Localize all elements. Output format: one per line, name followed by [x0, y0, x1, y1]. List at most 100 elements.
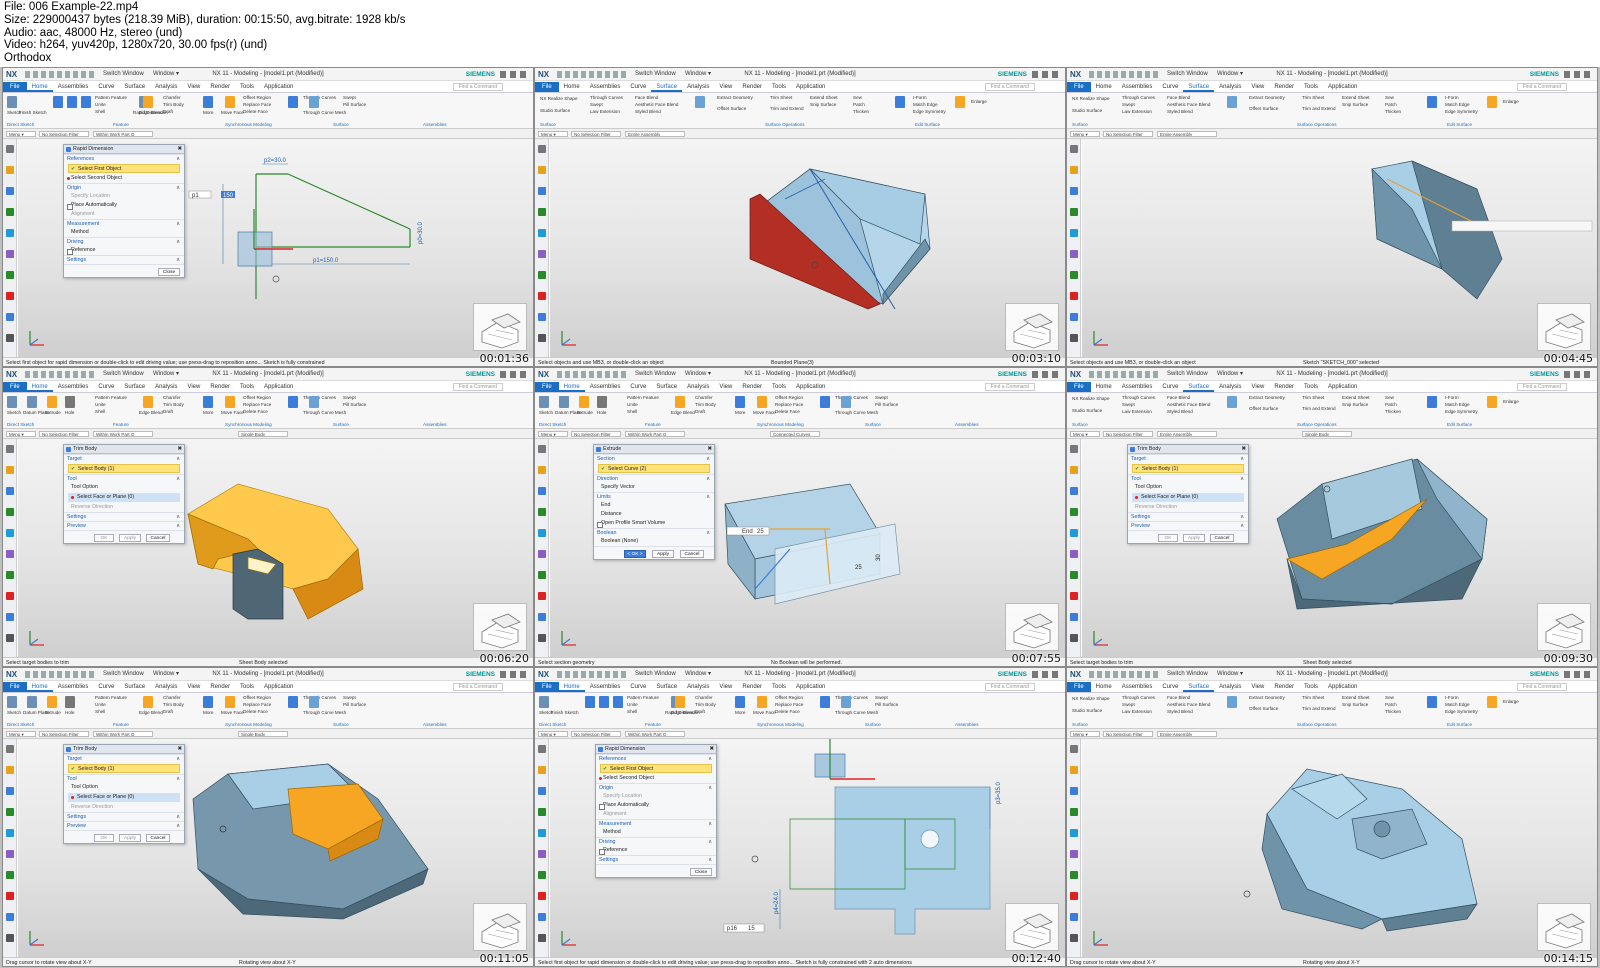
- chamfer-button[interactable]: Chamfer: [163, 695, 181, 700]
- find-command-input[interactable]: Find a Command: [1516, 383, 1567, 391]
- tab-assemblies[interactable]: Assemblies: [1117, 82, 1158, 92]
- through-curve-mesh-icon[interactable]: [309, 96, 319, 108]
- find-command-input[interactable]: Find a Command: [452, 83, 503, 91]
- extract-geometry-button[interactable]: Extract Geometry: [1249, 395, 1285, 400]
- settings-icon[interactable]: [1070, 745, 1078, 753]
- tab-surface[interactable]: Surface: [651, 382, 682, 392]
- pill-surface-button[interactable]: Pill Surface: [343, 102, 366, 107]
- roles-icon[interactable]: [538, 892, 546, 900]
- offset-surface-button[interactable]: Offset Surface: [1249, 106, 1278, 111]
- replace-face-button[interactable]: Replace Face: [243, 702, 271, 707]
- find-command-input[interactable]: Find a Command: [984, 383, 1035, 391]
- trim-dialog[interactable]: Trim Body ✖TargetSelect Body (1)ToolTool …: [63, 444, 185, 544]
- edge-symmetry-button[interactable]: Edge Symmetry: [1445, 109, 1478, 114]
- chamfer-button[interactable]: Chamfer: [163, 95, 181, 100]
- section-origin[interactable]: Origin: [64, 183, 184, 193]
- tab-file[interactable]: File: [535, 382, 559, 392]
- reuse-icon[interactable]: [538, 550, 546, 558]
- graphics-window[interactable]: [1082, 139, 1597, 357]
- dim-input-value[interactable]: 150: [223, 193, 234, 199]
- tab-tools[interactable]: Tools: [1299, 682, 1323, 692]
- open-profile-checkbox[interactable]: Open Profile Smart Volume: [594, 519, 714, 528]
- tab-analysis[interactable]: Analysis: [682, 682, 714, 692]
- end-popup-value[interactable]: 25: [757, 529, 764, 535]
- section-limits[interactable]: Limits: [594, 492, 714, 502]
- trim-body-button[interactable]: Trim Body: [163, 702, 184, 707]
- tab-view[interactable]: View: [1246, 682, 1269, 692]
- offset-region-button[interactable]: Offset Region: [243, 395, 271, 400]
- swept-button[interactable]: Swept: [343, 95, 356, 100]
- aesthetic-face-blend-button[interactable]: Aesthetic Face Blend: [1167, 402, 1210, 407]
- selection-filter-select[interactable]: No Selection Filter: [1103, 731, 1153, 737]
- trim-sheet-button[interactable]: Trim Sheet: [1302, 395, 1324, 400]
- law-extension-button[interactable]: Law Extension: [1122, 409, 1152, 414]
- i-form-icon[interactable]: [1427, 96, 1437, 108]
- more-icon[interactable]: [695, 96, 705, 108]
- settings-icon[interactable]: [1070, 145, 1078, 153]
- delete-face-button[interactable]: Delete Face: [243, 109, 268, 114]
- dim-input-label[interactable]: p16: [727, 926, 738, 932]
- selection-filter-select[interactable]: No Selection Filter: [571, 431, 621, 437]
- cancel-button[interactable]: Cancel: [1210, 534, 1234, 542]
- through-curves-button[interactable]: Through Curves: [1122, 695, 1155, 700]
- nx-realize-shape-button[interactable]: NX Realize Shape: [1072, 396, 1110, 401]
- tab-home[interactable]: Home: [559, 82, 585, 92]
- line-icon[interactable]: [599, 696, 609, 708]
- window-controls[interactable]: [1032, 371, 1062, 378]
- select-second-object[interactable]: Select Second Object: [596, 774, 716, 783]
- part-navigator-icon[interactable]: [1070, 313, 1078, 321]
- pattern-feature-button[interactable]: Pattern Feature: [95, 95, 127, 100]
- selection-filter-select[interactable]: No Selection Filter: [1103, 431, 1153, 437]
- close-icon[interactable]: ✖: [178, 745, 182, 754]
- dim-input-value[interactable]: 15: [748, 926, 755, 932]
- more-icon[interactable]: [1227, 696, 1237, 708]
- find-command-input[interactable]: Find a Command: [1516, 683, 1567, 691]
- extrude-icon[interactable]: [579, 396, 589, 408]
- tab-analysis[interactable]: Analysis: [682, 382, 714, 392]
- tab-tools[interactable]: Tools: [235, 82, 259, 92]
- more-button[interactable]: More: [735, 410, 745, 415]
- draft-button[interactable]: Draft: [163, 709, 173, 714]
- constraint-icon[interactable]: [1070, 487, 1078, 495]
- section-measurement[interactable]: Measurement: [596, 819, 716, 829]
- tab-tools[interactable]: Tools: [767, 82, 791, 92]
- extract-geometry-button[interactable]: Extract Geometry: [1249, 95, 1285, 100]
- tab-view[interactable]: View: [182, 682, 205, 692]
- graphics-window[interactable]: [550, 139, 1065, 357]
- sketch-icon[interactable]: [7, 396, 17, 408]
- section-direction[interactable]: Direction: [594, 474, 714, 484]
- menu-button[interactable]: Menu ▾: [538, 431, 568, 437]
- tab-render[interactable]: Render: [205, 82, 235, 92]
- i-form-button[interactable]: I-Form: [1445, 395, 1459, 400]
- studio-surface-button[interactable]: Studio Surface: [540, 108, 570, 113]
- selection-filter-select[interactable]: No Selection Filter: [1103, 131, 1153, 137]
- pill-surface-button[interactable]: Pill Surface: [875, 402, 898, 407]
- tab-render[interactable]: Render: [1269, 682, 1299, 692]
- section-tool[interactable]: Tool: [64, 774, 184, 784]
- tab-home[interactable]: Home: [1091, 82, 1117, 92]
- menu-button[interactable]: Menu ▾: [1070, 131, 1100, 137]
- find-command-input[interactable]: Find a Command: [984, 83, 1035, 91]
- tab-view[interactable]: View: [714, 82, 737, 92]
- selection-scope-select[interactable]: Within Work Part O: [625, 731, 685, 737]
- snip-surface-button[interactable]: Snip Surface: [1342, 102, 1368, 107]
- section-driving[interactable]: Driving: [596, 837, 716, 847]
- history-icon[interactable]: [538, 529, 546, 537]
- edge-blend-button[interactable]: Edge Blend: [139, 110, 163, 115]
- through-curves-button[interactable]: Through Curves: [303, 395, 336, 400]
- styled-blend-button[interactable]: Styled Blend: [635, 109, 661, 114]
- tab-tools[interactable]: Tools: [1299, 82, 1323, 92]
- roles-icon[interactable]: [1070, 292, 1078, 300]
- sketch-icon[interactable]: [539, 696, 549, 708]
- tab-render[interactable]: Render: [737, 682, 767, 692]
- sketch-icon[interactable]: [7, 96, 17, 108]
- through-curves-button[interactable]: Through Curves: [303, 695, 336, 700]
- reuse-icon[interactable]: [6, 250, 14, 258]
- navigator-icon[interactable]: [538, 766, 546, 774]
- chamfer-button[interactable]: Chamfer: [695, 695, 713, 700]
- sew-button[interactable]: Sew: [1385, 695, 1394, 700]
- place-automatically-checkbox[interactable]: Place Automatically: [596, 801, 716, 810]
- apply-button[interactable]: Apply: [119, 834, 141, 842]
- ok-button[interactable]: OK: [94, 834, 114, 842]
- window-controls[interactable]: [500, 71, 530, 78]
